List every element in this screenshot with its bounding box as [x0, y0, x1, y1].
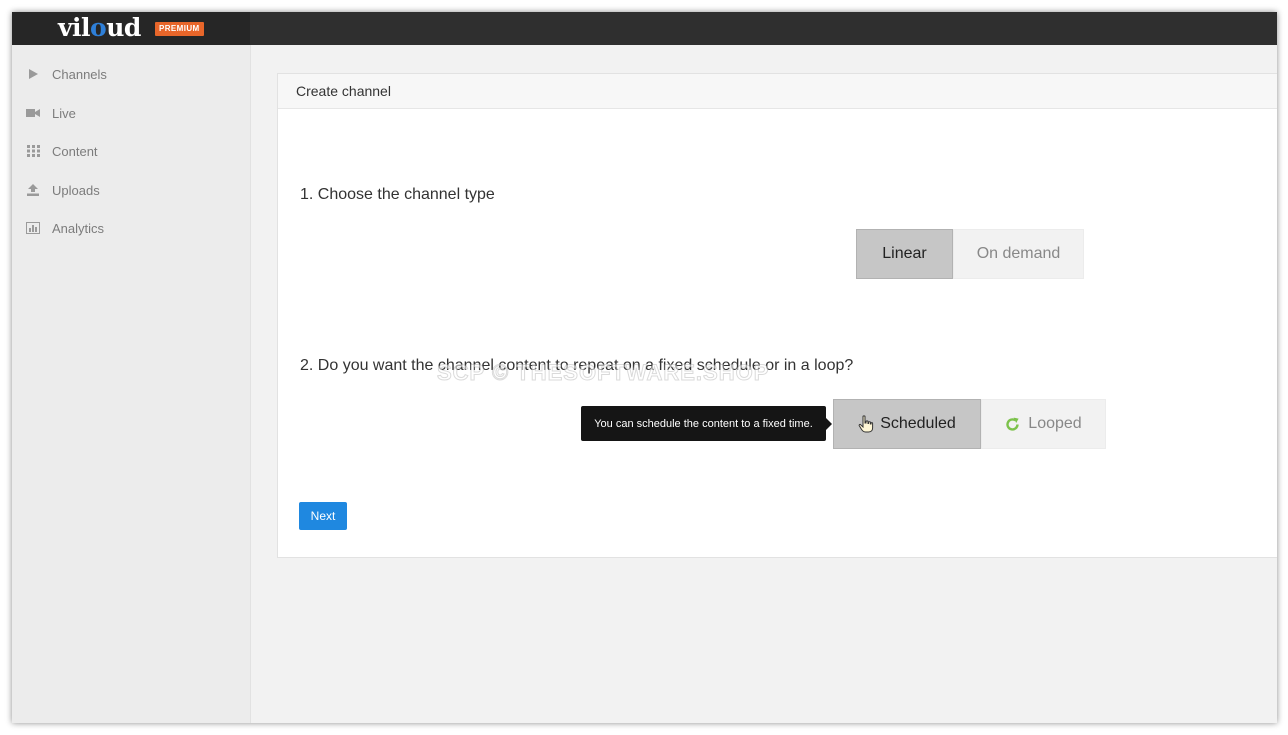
viloud-logo[interactable]: viloud: [58, 13, 141, 43]
app-window: viloud PREMIUM Channels Live Content Upl…: [12, 12, 1277, 723]
sidebar-item-channels[interactable]: Channels: [26, 63, 107, 85]
bar-chart-icon: [26, 221, 40, 235]
looped-option-button[interactable]: Looped: [981, 399, 1106, 449]
sidebar-item-content[interactable]: Content: [26, 140, 98, 162]
upload-icon: [26, 183, 40, 197]
sidebar-item-analytics[interactable]: Analytics: [26, 217, 104, 239]
sidebar-item-label: Uploads: [52, 182, 100, 198]
sidebar: Channels Live Content Uploads Analytics: [12, 45, 251, 723]
panel-title: Create channel: [278, 74, 1277, 109]
schedule-mode-segmented-control: Scheduled Looped: [833, 399, 1106, 449]
refresh-icon: [1005, 417, 1020, 432]
looped-label: Looped: [1028, 415, 1082, 432]
sidebar-item-label: Analytics: [52, 220, 105, 236]
top-bar: viloud PREMIUM: [12, 12, 1277, 45]
scheduled-tooltip: You can schedule the content to a fixed …: [581, 406, 832, 441]
question-schedule-or-loop: 2. Do you want the channel content to re…: [300, 357, 854, 374]
play-icon: [26, 67, 40, 81]
create-channel-panel: Create channel 1. Choose the channel typ…: [277, 73, 1277, 558]
logo-area: viloud PREMIUM: [12, 12, 250, 45]
next-button[interactable]: Next: [299, 502, 347, 530]
grid-icon: [26, 144, 40, 158]
hand-pointer-icon: [858, 415, 874, 433]
on-demand-option-button[interactable]: On demand: [953, 229, 1084, 279]
sidebar-item-label: Content: [52, 143, 98, 159]
sidebar-item-live[interactable]: Live: [26, 102, 76, 124]
question-channel-type: 1. Choose the channel type: [300, 186, 495, 203]
sidebar-item-uploads[interactable]: Uploads: [26, 179, 100, 201]
video-camera-icon: [26, 106, 40, 120]
linear-option-button[interactable]: Linear: [856, 229, 953, 279]
premium-badge: PREMIUM: [155, 22, 204, 36]
sidebar-item-label: Channels: [52, 66, 107, 82]
scheduled-label: Scheduled: [880, 415, 956, 432]
channel-type-segmented-control: Linear On demand: [856, 229, 1084, 279]
sidebar-item-label: Live: [52, 105, 76, 121]
scheduled-option-button[interactable]: Scheduled: [833, 399, 981, 449]
